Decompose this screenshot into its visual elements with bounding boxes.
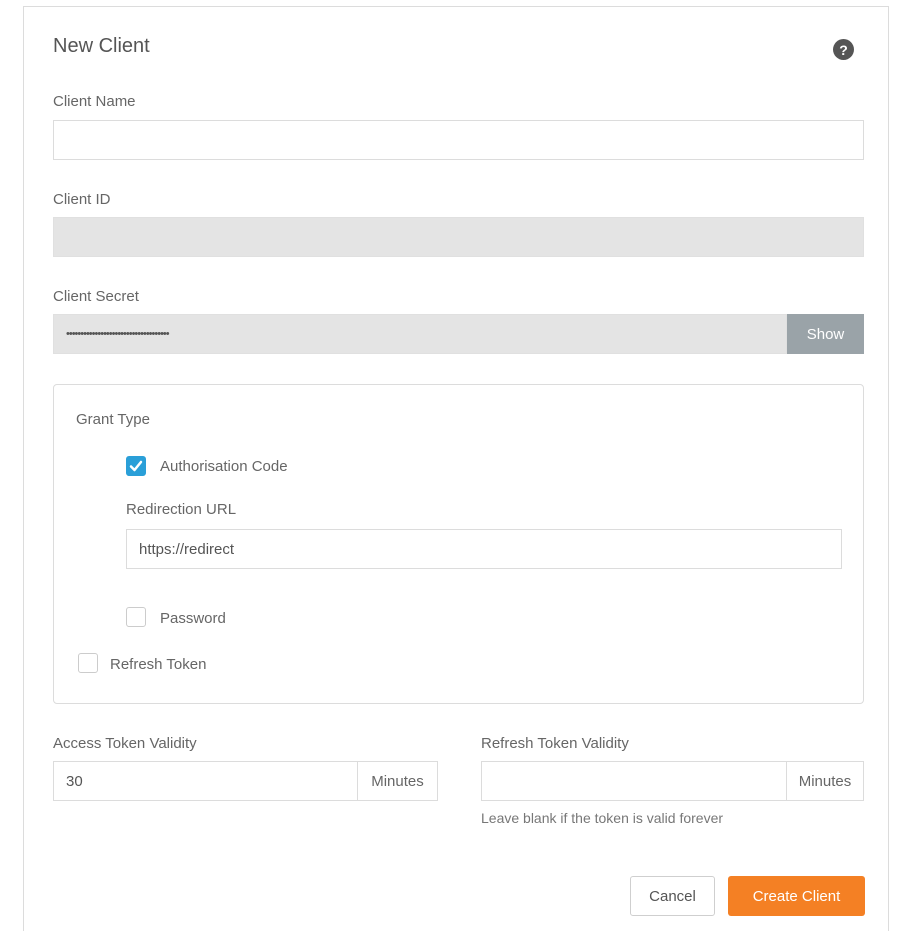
client-name-label: Client Name: [53, 93, 136, 110]
password-checkbox[interactable]: [126, 607, 146, 627]
access-token-validity-input[interactable]: [53, 761, 358, 801]
show-secret-button[interactable]: Show: [787, 314, 864, 354]
client-name-input[interactable]: [53, 120, 864, 160]
cancel-button[interactable]: Cancel: [630, 876, 715, 916]
question-circle-icon[interactable]: ?: [833, 39, 854, 60]
access-token-validity-label: Access Token Validity: [53, 735, 197, 752]
client-id-label: Client ID: [53, 191, 111, 208]
refresh-token-unit: Minutes: [786, 761, 864, 801]
refresh-token-label: Refresh Token: [110, 656, 207, 673]
access-token-unit: Minutes: [357, 761, 438, 801]
authorisation-code-checkbox[interactable]: [126, 456, 146, 476]
client-secret-label: Client Secret: [53, 288, 139, 305]
create-client-button[interactable]: Create Client: [728, 876, 865, 916]
client-id-input[interactable]: [53, 217, 864, 257]
password-label: Password: [160, 610, 226, 627]
authorisation-code-label: Authorisation Code: [160, 458, 288, 475]
redirection-url-label: Redirection URL: [126, 501, 237, 518]
dialog-title: New Client: [53, 35, 150, 57]
client-secret-input[interactable]: [53, 314, 787, 354]
refresh-token-hint: Leave blank if the token is valid foreve…: [481, 810, 724, 826]
grant-type-panel: Grant Type Authorisation Code Redirectio…: [53, 384, 864, 704]
redirection-url-input[interactable]: [126, 529, 842, 569]
new-client-dialog: New Client ? Client Name Client ID Clien…: [23, 6, 889, 931]
refresh-token-validity-label: Refresh Token Validity: [481, 735, 629, 752]
refresh-token-checkbox[interactable]: [78, 653, 98, 673]
check-icon: [129, 460, 143, 472]
grant-type-label: Grant Type: [76, 411, 150, 428]
refresh-token-validity-input[interactable]: [481, 761, 787, 801]
